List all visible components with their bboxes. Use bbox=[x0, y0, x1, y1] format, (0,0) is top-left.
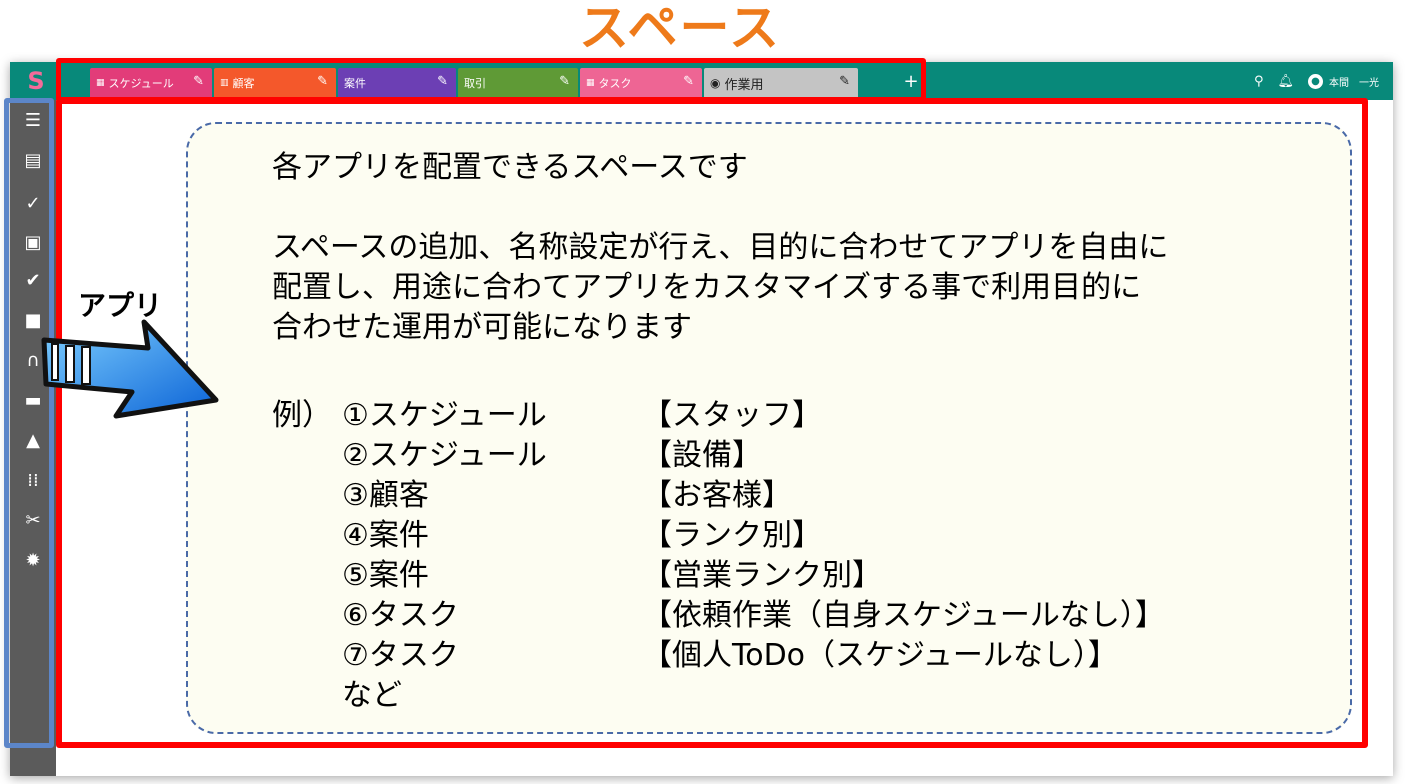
space-banner-title: スペース bbox=[579, 0, 781, 57]
user-name: 本間 一光 bbox=[1329, 77, 1379, 89]
header-actions: ⚲ 🔔︎ ● 本間 一光 bbox=[1254, 62, 1379, 100]
tab-bar-highlight bbox=[56, 58, 926, 102]
bell-icon[interactable]: 🔔︎ bbox=[1277, 74, 1294, 89]
search-icon[interactable]: ⚲ bbox=[1254, 74, 1264, 89]
account-circle-icon: ● bbox=[1308, 73, 1323, 89]
app-logo-icon[interactable]: S bbox=[22, 66, 50, 96]
annotated-screenshot: スペース S ▦ スケジュール ✎ ▥ 顧客 ✎ 案件 ✎ 取引 ✎ ▦ タスク… bbox=[0, 0, 1409, 784]
space-highlight bbox=[56, 98, 1368, 748]
user-menu[interactable]: ● 本間 一光 bbox=[1308, 73, 1379, 89]
sidebar-highlight bbox=[4, 98, 54, 748]
pointer-arrow-icon bbox=[41, 319, 219, 419]
